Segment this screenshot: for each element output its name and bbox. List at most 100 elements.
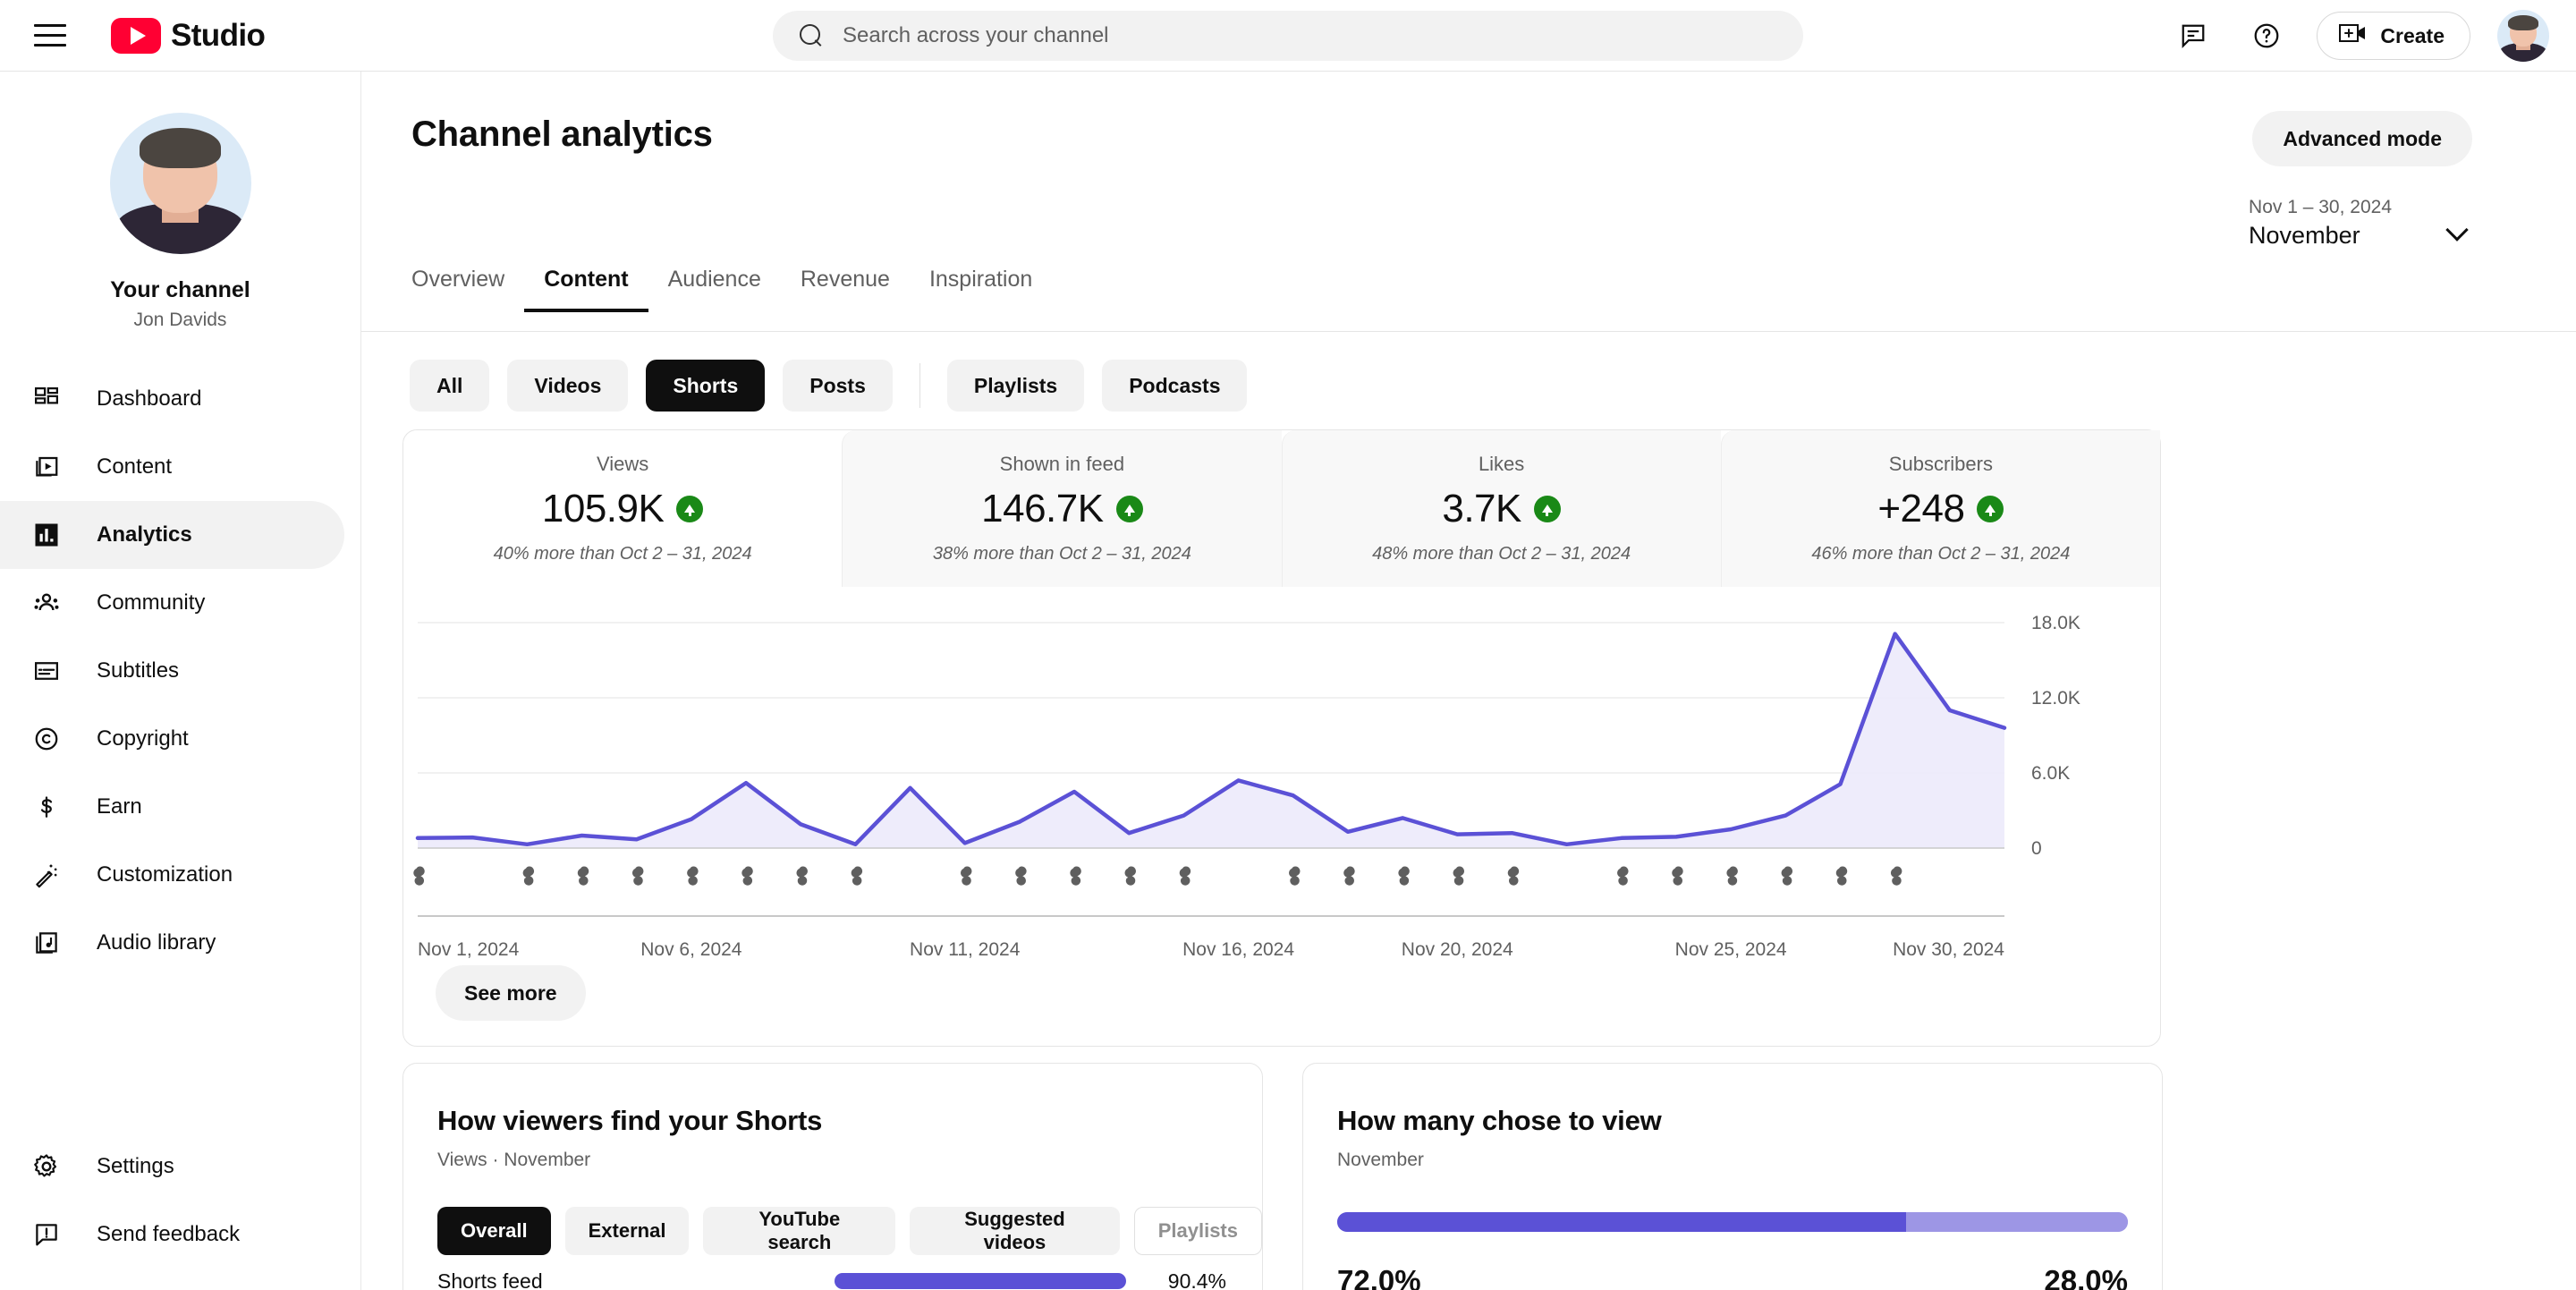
- shorts-icon[interactable]: [1726, 866, 1738, 886]
- metric-value: 146.7K: [981, 487, 1104, 530]
- filter-chip-shorts[interactable]: Shorts: [646, 360, 766, 412]
- shorts-icon[interactable]: [1453, 866, 1465, 886]
- hamburger-icon[interactable]: [34, 21, 73, 50]
- trend-up-icon: [1977, 496, 2004, 522]
- views-chart[interactable]: 0 6.0K 12.0K 18.0K Nov 1, 2024 Nov 6, 2024 Nov…: [403, 587, 2160, 980]
- metric-likes[interactable]: Likes 3.7K 48% more than Oct 2 – 31, 202…: [1281, 430, 1721, 587]
- chart-y-tick: 18.0K: [2031, 613, 2080, 633]
- sidebar-item-customization[interactable]: Customization: [0, 841, 344, 909]
- chart-y-tick: 0: [2031, 838, 2042, 859]
- chevron-down-icon: [2445, 216, 2472, 242]
- tab-audience[interactable]: Audience: [648, 267, 781, 312]
- metric-label: Views: [596, 453, 649, 475]
- metric-subscribers[interactable]: Subscribers +248 46% more than Oct 2 – 3…: [1720, 430, 2160, 587]
- tab-overview[interactable]: Overview: [411, 267, 524, 312]
- shorts-icon[interactable]: [1398, 866, 1410, 886]
- filter-chip-videos[interactable]: Videos: [507, 360, 629, 412]
- shorts-icon[interactable]: [1179, 866, 1191, 886]
- sidebar-item-send-feedback[interactable]: Send feedback: [0, 1201, 344, 1269]
- sidebar-item-copyright[interactable]: Copyright: [0, 705, 344, 773]
- channel-title: Your channel: [110, 277, 250, 302]
- shorts-icon[interactable]: [961, 866, 972, 886]
- sidebar-item-subtitles[interactable]: Subtitles: [0, 637, 344, 705]
- metric-value-wrap: 105.9K: [542, 487, 704, 531]
- sidebar-item-analytics[interactable]: Analytics: [0, 501, 344, 569]
- metric-value-wrap: 3.7K: [1442, 487, 1561, 531]
- shorts-icon[interactable]: [1835, 866, 1848, 886]
- tab-inspiration[interactable]: Inspiration: [910, 267, 1052, 312]
- shorts-icon[interactable]: [1289, 866, 1301, 886]
- channel-avatar[interactable]: [109, 113, 251, 254]
- sidebar-item-dashboard[interactable]: Dashboard: [0, 365, 344, 433]
- content-icon: [27, 447, 66, 487]
- filter-chip-playlists[interactable]: Playlists: [946, 360, 1085, 412]
- filter-chip-podcasts[interactable]: Podcasts: [1102, 360, 1248, 412]
- advanced-mode-button[interactable]: Advanced mode: [2252, 111, 2472, 166]
- shorts-icon[interactable]: [796, 866, 808, 886]
- chart-x-tick: Nov 20, 2024: [1402, 939, 1513, 960]
- avatar[interactable]: [2497, 10, 2549, 62]
- analytics-tabs: Overview Content Audience Revenue Inspir…: [411, 267, 1052, 312]
- create-button[interactable]: Create: [2317, 12, 2470, 60]
- shorts-icon[interactable]: [631, 866, 644, 886]
- chart-x-tick: Nov 11, 2024: [910, 939, 1021, 960]
- traffic-source-chips: Overall External YouTube search Suggeste…: [437, 1207, 1262, 1255]
- metric-value-wrap: 146.7K: [981, 487, 1143, 531]
- sidebar-item-content[interactable]: Content: [0, 433, 344, 501]
- tab-revenue[interactable]: Revenue: [781, 267, 910, 312]
- shorts-icon[interactable]: [413, 866, 425, 886]
- shorts-icon[interactable]: [741, 866, 753, 886]
- sidebar-label: Subtitles: [97, 658, 180, 683]
- date-range-label: November: [2249, 222, 2360, 249]
- shorts-icon[interactable]: [1890, 866, 1902, 886]
- sidebar-item-earn[interactable]: Earn: [0, 773, 344, 841]
- swiped-stat: 28.0% Swiped away: [2006, 1264, 2128, 1290]
- source-chip-suggested-videos[interactable]: Suggested videos: [910, 1207, 1120, 1255]
- filter-chip-all[interactable]: All: [410, 360, 490, 412]
- brand-label: Studio: [171, 17, 266, 53]
- source-chip-external[interactable]: External: [564, 1207, 690, 1255]
- filter-chip-posts[interactable]: Posts: [783, 360, 893, 412]
- source-chip-youtube-search[interactable]: YouTube search: [703, 1207, 896, 1255]
- shorts-icon[interactable]: [1672, 866, 1683, 886]
- date-range-picker[interactable]: Nov 1 – 30, 2024 November: [2249, 197, 2472, 250]
- shorts-icon[interactable]: [1617, 866, 1629, 886]
- tab-content[interactable]: Content: [524, 267, 649, 312]
- sidebar-label: Customization: [97, 862, 233, 887]
- view-split-bar: [1337, 1212, 2128, 1232]
- comments-icon[interactable]: [2170, 13, 2216, 59]
- shorts-icon[interactable]: [1343, 866, 1355, 886]
- shorts-icon[interactable]: [1015, 866, 1027, 886]
- sidebar-label: Copyright: [97, 726, 189, 751]
- shorts-icon[interactable]: [577, 866, 589, 886]
- shorts-icon[interactable]: [1507, 866, 1520, 886]
- search-input[interactable]: Search across your channel: [773, 11, 1803, 61]
- shorts-icon[interactable]: [687, 866, 699, 886]
- sidebar-label: Audio library: [97, 930, 216, 955]
- traffic-bar-fill: [835, 1273, 1126, 1289]
- avatar-image: [2497, 10, 2549, 62]
- channel-block: Your channel Jon Davids: [0, 72, 360, 331]
- metric-label: Subscribers: [1888, 453, 1993, 475]
- viewed-segment: [1337, 1212, 1907, 1232]
- shorts-icon[interactable]: [1124, 866, 1136, 886]
- chart-x-tick: Nov 25, 2024: [1675, 939, 1787, 960]
- metric-label: Shown in feed: [999, 453, 1125, 475]
- channel-avatar-image: [110, 113, 251, 254]
- shorts-icon[interactable]: [851, 866, 863, 886]
- help-icon[interactable]: [2243, 13, 2290, 59]
- shorts-icon[interactable]: [1781, 866, 1793, 886]
- sidebar-item-community[interactable]: Community: [0, 569, 344, 637]
- sidebar-item-audio-library[interactable]: Audio library: [0, 909, 344, 977]
- source-chip-overall[interactable]: Overall: [437, 1207, 551, 1255]
- see-more-button[interactable]: See more: [436, 965, 586, 1021]
- source-chip-playlists[interactable]: Playlists: [1133, 1207, 1262, 1255]
- sidebar-item-settings[interactable]: Settings: [0, 1133, 344, 1201]
- shorts-icon[interactable]: [1070, 866, 1081, 886]
- metric-shown-in-feed[interactable]: Shown in feed 146.7K 38% more than Oct 2…: [842, 430, 1282, 587]
- metric-views[interactable]: Views 105.9K 40% more than Oct 2 – 31, 2…: [403, 430, 843, 587]
- shorts-icon[interactable]: [522, 866, 535, 886]
- traffic-label: Shorts feed: [437, 1269, 543, 1290]
- sidebar-bottom-nav: Settings Send feedback: [0, 1133, 360, 1269]
- studio-logo[interactable]: Studio: [111, 17, 266, 54]
